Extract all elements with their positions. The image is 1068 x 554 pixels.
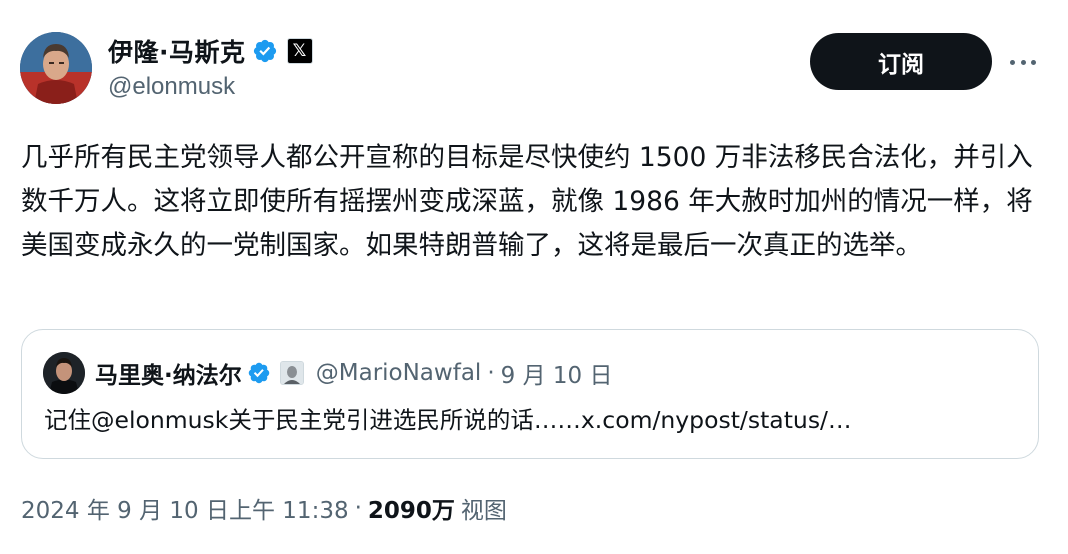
quote-handle[interactable]: @MarioNawfal [316, 360, 482, 386]
quoted-tweet-card[interactable]: 马里奥·纳法尔 @MarioNawfal · 9 月 10 日 记住@elonm… [21, 329, 1039, 459]
tweet-timestamp[interactable]: 2024 年 9 月 10 日上午 11:38 [21, 491, 349, 525]
author-display-name[interactable]: 伊隆·马斯克 [108, 33, 246, 69]
more-options-button[interactable] [1006, 48, 1040, 76]
tweet-meta: 2024 年 9 月 10 日上午 11:38 · 2090万 视图 [21, 490, 507, 526]
more-horizontal-icon-dot [1020, 59, 1026, 65]
author-handle[interactable]: @elonmusk [108, 73, 235, 101]
subscribe-button[interactable]: 订阅 [810, 33, 992, 90]
quote-avatar-image [43, 352, 85, 394]
views-label: 视图 [460, 498, 507, 524]
verified-check-icon[interactable] [252, 38, 278, 64]
quote-text: 记住@elonmusk关于民主党引进选民所说的话……x.com/nypost/s… [44, 406, 852, 434]
author-avatar[interactable] [20, 32, 92, 104]
quote-separator: · [487, 360, 495, 386]
quote-display-name[interactable]: 马里奥·纳法尔 [95, 356, 242, 390]
more-horizontal-icon [1010, 59, 1015, 65]
verified-check-icon[interactable] [247, 361, 271, 385]
quote-header: 马里奥·纳法尔 @MarioNawfal · 9 月 10 日 [95, 352, 612, 394]
quote-author-avatar[interactable] [43, 352, 85, 394]
quote-date[interactable]: 9 月 10 日 [501, 356, 613, 390]
meta-separator: · [354, 495, 362, 521]
x-affiliate-icon[interactable]: 𝕏 [286, 38, 313, 64]
more-horizontal-icon-dot [1031, 59, 1036, 65]
author-avatar-image [20, 32, 92, 104]
author-name-row: 伊隆·马斯克 𝕏 [108, 33, 313, 69]
tweet-text: 几乎所有民主党领导人都公开宣称的目标是尽快使约 1500 万非法移民合法化，并引… [21, 142, 1033, 261]
views-count: 2090万 [367, 498, 455, 524]
affiliate-avatar-icon[interactable] [279, 361, 304, 385]
